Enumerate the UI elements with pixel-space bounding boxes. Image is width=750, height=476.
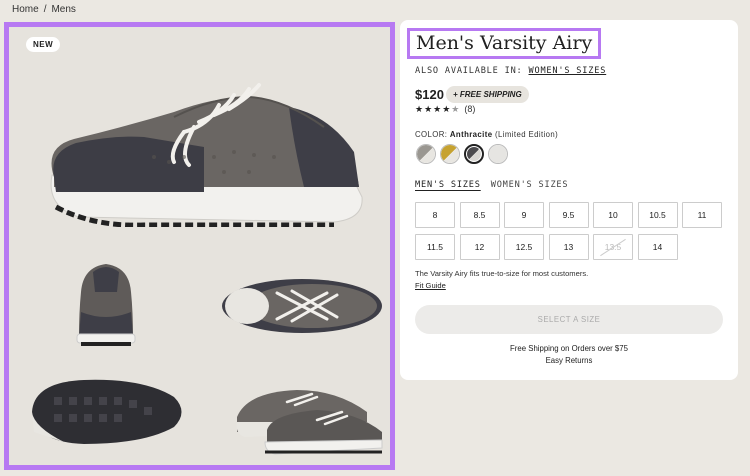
size-button[interactable]: 12: [459, 234, 500, 260]
color-label: COLOR:: [415, 130, 448, 139]
product-title: Men's Varsity Airy: [416, 32, 593, 54]
price: $120: [415, 87, 444, 102]
star-empty-icon: ★: [451, 104, 461, 114]
breadcrumb-separator: /: [43, 4, 47, 15]
size-button[interactable]: 9.5: [548, 202, 589, 228]
product-gallery: NEW: [4, 22, 395, 470]
size-button[interactable]: 9: [504, 202, 544, 228]
fit-note: The Varsity Airy fits true-to-size for m…: [415, 269, 589, 278]
size-tabs: MEN'S SIZES WOMEN'S SIZES: [415, 180, 568, 190]
review-count: (8): [464, 104, 476, 114]
breadcrumb-mens[interactable]: Mens: [51, 4, 75, 15]
color-note: (Limited Edition): [495, 130, 559, 139]
also-available-label: ALSO AVAILABLE IN:: [415, 66, 523, 76]
product-info-panel: Men's Varsity Airy ALSO AVAILABLE IN: WO…: [400, 20, 738, 380]
free-shipping-badge: + FREE SHIPPING: [446, 86, 529, 103]
star-rating-icon: ★★★★: [415, 104, 452, 114]
top-view-image[interactable]: [217, 275, 387, 337]
tab-womens-sizes[interactable]: WOMEN'S SIZES: [491, 180, 569, 190]
sole-view-image[interactable]: [24, 372, 189, 452]
size-button[interactable]: 11.5: [415, 234, 455, 260]
size-button[interactable]: 14: [637, 234, 678, 260]
fit-guide-link[interactable]: Fit Guide: [415, 281, 446, 290]
color-selector-label: COLOR: Anthracite (Limited Edition): [415, 130, 558, 139]
also-available: ALSO AVAILABLE IN: WOMEN'S SIZES: [415, 66, 606, 76]
new-badge: NEW: [26, 37, 61, 52]
womens-sizes-link[interactable]: WOMEN'S SIZES: [529, 66, 607, 76]
size-button[interactable]: 12.5: [504, 234, 544, 260]
select-size-button[interactable]: SELECT A SIZE: [415, 305, 723, 334]
swatch-grey-white[interactable]: [416, 144, 436, 164]
size-button[interactable]: 10.5: [637, 202, 678, 228]
swatch-mustard[interactable]: [440, 144, 460, 164]
size-grid: 8 8.5 9 9.5 10 10.5 11 11.5 12 12.5 13 1…: [415, 202, 722, 260]
product-title-box: Men's Varsity Airy: [407, 28, 602, 59]
heel-view-image[interactable]: [71, 252, 141, 347]
free-shipping-note: Free Shipping on Orders over $75: [510, 344, 628, 353]
size-button[interactable]: 10: [593, 202, 633, 228]
rating[interactable]: ★★★★★ (8): [415, 104, 475, 115]
color-name: Anthracite: [449, 130, 493, 139]
main-shoe-image[interactable]: [34, 57, 364, 227]
easy-returns-note: Easy Returns: [545, 356, 593, 365]
color-swatches: [416, 144, 508, 164]
swatch-white[interactable]: [488, 144, 508, 164]
size-button[interactable]: 8.5: [459, 202, 500, 228]
breadcrumb-home[interactable]: Home: [12, 4, 39, 15]
breadcrumb: Home / Mens: [12, 4, 76, 15]
size-button-unavailable: 13.5: [593, 234, 633, 260]
size-button[interactable]: 8: [415, 202, 455, 228]
tab-mens-sizes[interactable]: MEN'S SIZES: [415, 180, 481, 190]
angled-view-image[interactable]: [217, 372, 387, 457]
swatch-anthracite[interactable]: [464, 144, 484, 164]
size-button[interactable]: 13: [548, 234, 589, 260]
size-button[interactable]: 11: [682, 202, 722, 228]
